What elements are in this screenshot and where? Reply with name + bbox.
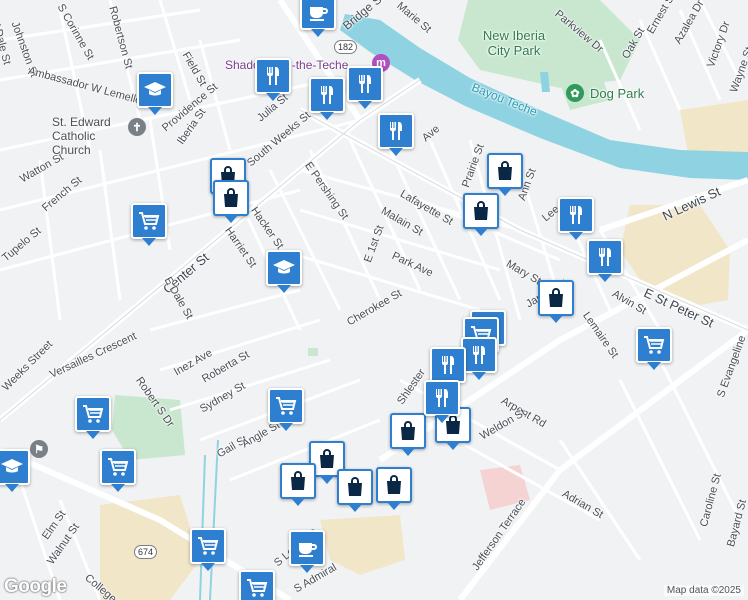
education-icon[interactable] bbox=[137, 72, 173, 115]
education-icon[interactable] bbox=[0, 449, 30, 492]
shopping-bag-icon[interactable] bbox=[538, 280, 574, 323]
shopping-bag-icon[interactable] bbox=[376, 467, 412, 510]
restaurant-icon[interactable] bbox=[430, 347, 466, 390]
restaurant-icon[interactable] bbox=[424, 380, 460, 423]
route-182-shield: 182 bbox=[334, 40, 358, 54]
shopping-cart-icon[interactable] bbox=[268, 388, 304, 431]
shopping-bag-icon[interactable] bbox=[487, 153, 523, 196]
shopping-cart-icon[interactable] bbox=[239, 570, 275, 600]
map-data-attribution[interactable]: Map data ©2025 bbox=[663, 585, 744, 596]
route-674-shield: 674 bbox=[134, 545, 158, 559]
cafe-icon[interactable] bbox=[300, 0, 336, 37]
cafe-icon[interactable] bbox=[289, 530, 325, 573]
google-logo: Google bbox=[4, 576, 67, 597]
shopping-bag-icon[interactable] bbox=[390, 413, 426, 456]
restaurant-icon[interactable] bbox=[347, 66, 383, 109]
shopping-bag-icon[interactable] bbox=[463, 193, 499, 236]
shopping-cart-icon[interactable] bbox=[75, 396, 111, 439]
school-icon[interactable]: ⚑ bbox=[30, 440, 48, 458]
restaurant-icon[interactable] bbox=[309, 77, 345, 120]
education-icon[interactable] bbox=[266, 250, 302, 293]
shopping-cart-icon[interactable] bbox=[190, 528, 226, 571]
map-canvas[interactable]: Bridge St Parkview Dr Ernest St Azalea D… bbox=[0, 0, 748, 600]
shopping-cart-icon[interactable] bbox=[100, 449, 136, 492]
church-icon[interactable]: ✝ bbox=[128, 118, 146, 136]
shopping-bag-icon[interactable] bbox=[280, 463, 316, 506]
shopping-bag-icon[interactable] bbox=[213, 180, 249, 223]
restaurant-icon[interactable] bbox=[255, 58, 291, 101]
dog-park-icon[interactable]: ✿ bbox=[566, 84, 584, 102]
shopping-bag-icon[interactable] bbox=[337, 469, 373, 512]
restaurant-icon[interactable] bbox=[378, 113, 414, 156]
shopping-cart-icon[interactable] bbox=[636, 327, 672, 370]
restaurant-icon[interactable] bbox=[587, 239, 623, 282]
shopping-cart-icon[interactable] bbox=[131, 203, 167, 246]
restaurant-icon[interactable] bbox=[461, 337, 497, 380]
restaurant-icon[interactable] bbox=[558, 197, 594, 240]
